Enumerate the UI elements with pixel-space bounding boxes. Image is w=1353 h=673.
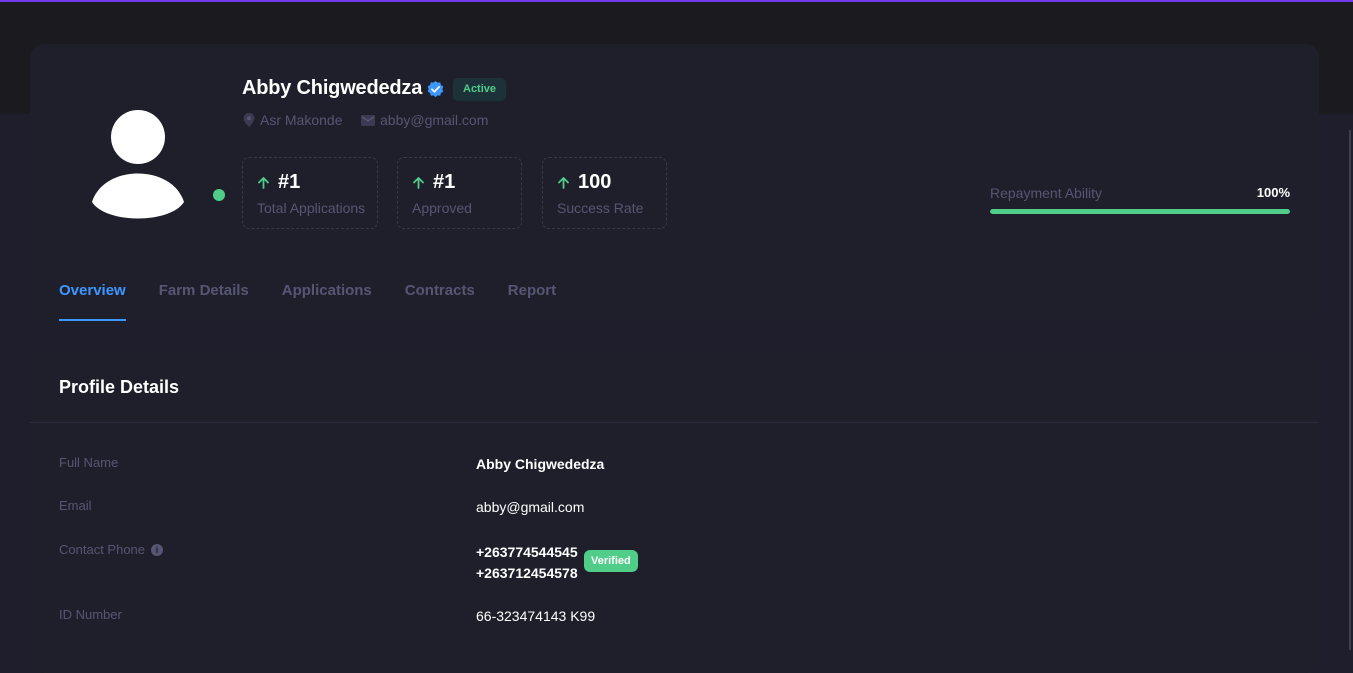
stat-label: Success Rate <box>557 200 644 216</box>
repayment-progress-fill <box>990 209 1290 214</box>
online-status-dot <box>213 189 225 201</box>
email-label: Email <box>59 498 92 513</box>
stat-value: #1 <box>433 171 456 193</box>
arrow-up-icon <box>413 177 424 189</box>
profile-details-title: Profile Details <box>59 377 180 397</box>
envelope-icon <box>361 114 375 126</box>
scrollbar-thumb[interactable] <box>1349 130 1351 650</box>
phone-number-primary: +263774544545 <box>476 544 578 560</box>
profile-header-card <box>30 44 1319 321</box>
profile-location: Asr Makonde <box>243 112 342 128</box>
repayment-label: Repayment Ability <box>990 185 1103 201</box>
contact-phone-values: +263774544545 +263712454578 <box>476 542 578 584</box>
tab-farm-details[interactable]: Farm Details <box>159 282 249 321</box>
stat-label: Approved <box>412 200 472 216</box>
arrow-up-icon <box>558 177 569 189</box>
phone-verified-badge: Verified <box>584 550 638 572</box>
stat-success-rate: 100 Success Rate <box>542 157 667 229</box>
stat-label: Total Applications <box>257 200 366 216</box>
section-divider <box>30 422 1319 423</box>
profile-tabs: Overview Farm Details Applications Contr… <box>59 282 589 321</box>
location-pin-icon <box>243 113 255 127</box>
full-name-value: Abby Chigwededza <box>476 456 605 472</box>
tab-applications[interactable]: Applications <box>282 282 372 321</box>
profile-email[interactable]: abby@gmail.com <box>361 112 488 128</box>
repayment-value: 100% <box>1256 185 1290 200</box>
contact-phone-label-row: Contact Phone i <box>59 542 164 557</box>
tab-overview[interactable]: Overview <box>59 282 126 321</box>
email-text: abby@gmail.com <box>380 112 489 128</box>
stat-total-applications: #1 Total Applications <box>242 157 378 229</box>
phone-number-secondary: +263712454578 <box>476 565 578 581</box>
status-badge: Active <box>453 78 507 101</box>
contact-phone-label: Contact Phone <box>59 542 146 557</box>
full-name-label: Full Name <box>59 455 119 470</box>
arrow-up-icon <box>258 177 269 189</box>
profile-name: Abby Chigwededza <box>242 77 423 99</box>
id-number-value: 66-323474143 K99 <box>476 608 596 624</box>
profile-details-card <box>30 353 1319 673</box>
verified-check-icon <box>427 80 444 98</box>
stat-value: #1 <box>278 171 301 193</box>
stat-value: 100 <box>578 171 612 193</box>
repayment-progress-bar <box>990 209 1290 214</box>
location-text: Asr Makonde <box>260 112 343 128</box>
tab-report[interactable]: Report <box>508 282 556 321</box>
stat-approved: #1 Approved <box>397 157 522 229</box>
avatar-icon <box>92 110 184 219</box>
email-value[interactable]: abby@gmail.com <box>476 499 584 515</box>
id-number-label: ID Number <box>59 607 122 622</box>
info-icon[interactable]: i <box>151 543 164 556</box>
tab-contracts[interactable]: Contracts <box>405 282 475 321</box>
